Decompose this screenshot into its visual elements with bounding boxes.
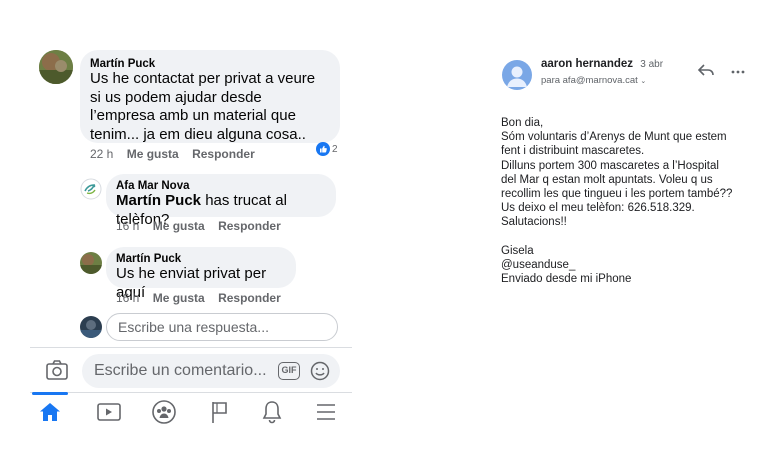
- comment-author[interactable]: Martín Puck: [90, 58, 330, 70]
- chevron-down-icon: ⌄: [640, 78, 647, 85]
- divider: [30, 392, 352, 393]
- sender-avatar: [502, 60, 532, 90]
- comment-bubble: Martín Puck Us he contactat per privat a…: [80, 50, 340, 143]
- avatar: [80, 316, 102, 338]
- flag-icon[interactable]: [206, 398, 234, 426]
- reaction-count-label: 2: [332, 143, 338, 155]
- mention-link[interactable]: Martín Puck: [116, 192, 201, 209]
- like-button[interactable]: Me gusta: [153, 219, 205, 233]
- profile-photo-icon: [80, 252, 102, 274]
- reply-bubble: Afa Mar Nova Martín Puck has trucat al t…: [106, 174, 336, 228]
- like-reaction-icon: [316, 142, 330, 156]
- divider: [30, 347, 352, 348]
- user-avatar-icon: [80, 316, 102, 338]
- email-body: Bon dia, Sóm voluntaris d’Arenys de Munt…: [501, 117, 733, 286]
- reply-meta: 16 h Me gusta Responder: [116, 291, 291, 305]
- bell-icon[interactable]: [258, 398, 286, 426]
- reply-button[interactable]: Responder: [218, 291, 281, 305]
- avatar[interactable]: [39, 50, 73, 84]
- comment-time: 22 h: [90, 147, 114, 161]
- profile-photo-icon: [39, 50, 73, 84]
- groups-icon[interactable]: [150, 398, 178, 426]
- avatar[interactable]: [80, 252, 102, 274]
- more-options-icon[interactable]: [730, 64, 746, 74]
- gif-label: GIF: [281, 365, 297, 375]
- reply-button[interactable]: Responder: [192, 147, 255, 161]
- sender-name: aaron hernandez: [541, 58, 634, 70]
- camera-icon[interactable]: [45, 359, 69, 381]
- reply-time: 16 h: [116, 219, 140, 233]
- reaction-count[interactable]: 2: [316, 142, 338, 156]
- email-recipient[interactable]: para afa@marnova.cat ⌄: [541, 75, 646, 86]
- comment-text: Us he contactat per privat a veure si us…: [90, 70, 316, 143]
- menu-icon[interactable]: [312, 398, 340, 426]
- afa-logo-icon: [80, 178, 102, 200]
- reply-button[interactable]: Responder: [218, 219, 281, 233]
- reply-input[interactable]: Escribe una respuesta...: [106, 313, 338, 341]
- active-tab-indicator: [32, 392, 68, 395]
- home-icon[interactable]: [36, 398, 64, 426]
- email-date: 3 abr: [640, 59, 664, 70]
- watch-icon[interactable]: [95, 398, 123, 426]
- like-button[interactable]: Me gusta: [153, 291, 205, 305]
- reply-meta: 16 h Me gusta Responder: [116, 219, 291, 233]
- like-button[interactable]: Me gusta: [127, 147, 179, 161]
- reply-time: 16 h: [116, 291, 140, 305]
- recipient-label: para afa@marnova.cat: [541, 75, 638, 86]
- avatar[interactable]: [80, 178, 102, 200]
- facebook-comments-panel: Martín Puck Us he contactat per privat a…: [0, 0, 360, 452]
- reply-author[interactable]: Martín Puck: [116, 253, 286, 265]
- gif-button[interactable]: GIF: [278, 362, 300, 380]
- email-sender[interactable]: aaron hernandez 3 abr: [541, 58, 663, 70]
- person-icon: [507, 66, 527, 87]
- reply-icon[interactable]: [697, 62, 715, 78]
- reply-author[interactable]: Afa Mar Nova: [116, 180, 326, 192]
- comment-meta: 22 h Me gusta Responder: [90, 147, 265, 161]
- emoji-icon[interactable]: [310, 361, 330, 381]
- comment-input[interactable]: Escribe un comentario...: [82, 354, 340, 388]
- comment-placeholder: Escribe un comentario...: [94, 362, 267, 379]
- reply-bubble: Martín Puck Us he enviat privat per aquí: [106, 247, 296, 301]
